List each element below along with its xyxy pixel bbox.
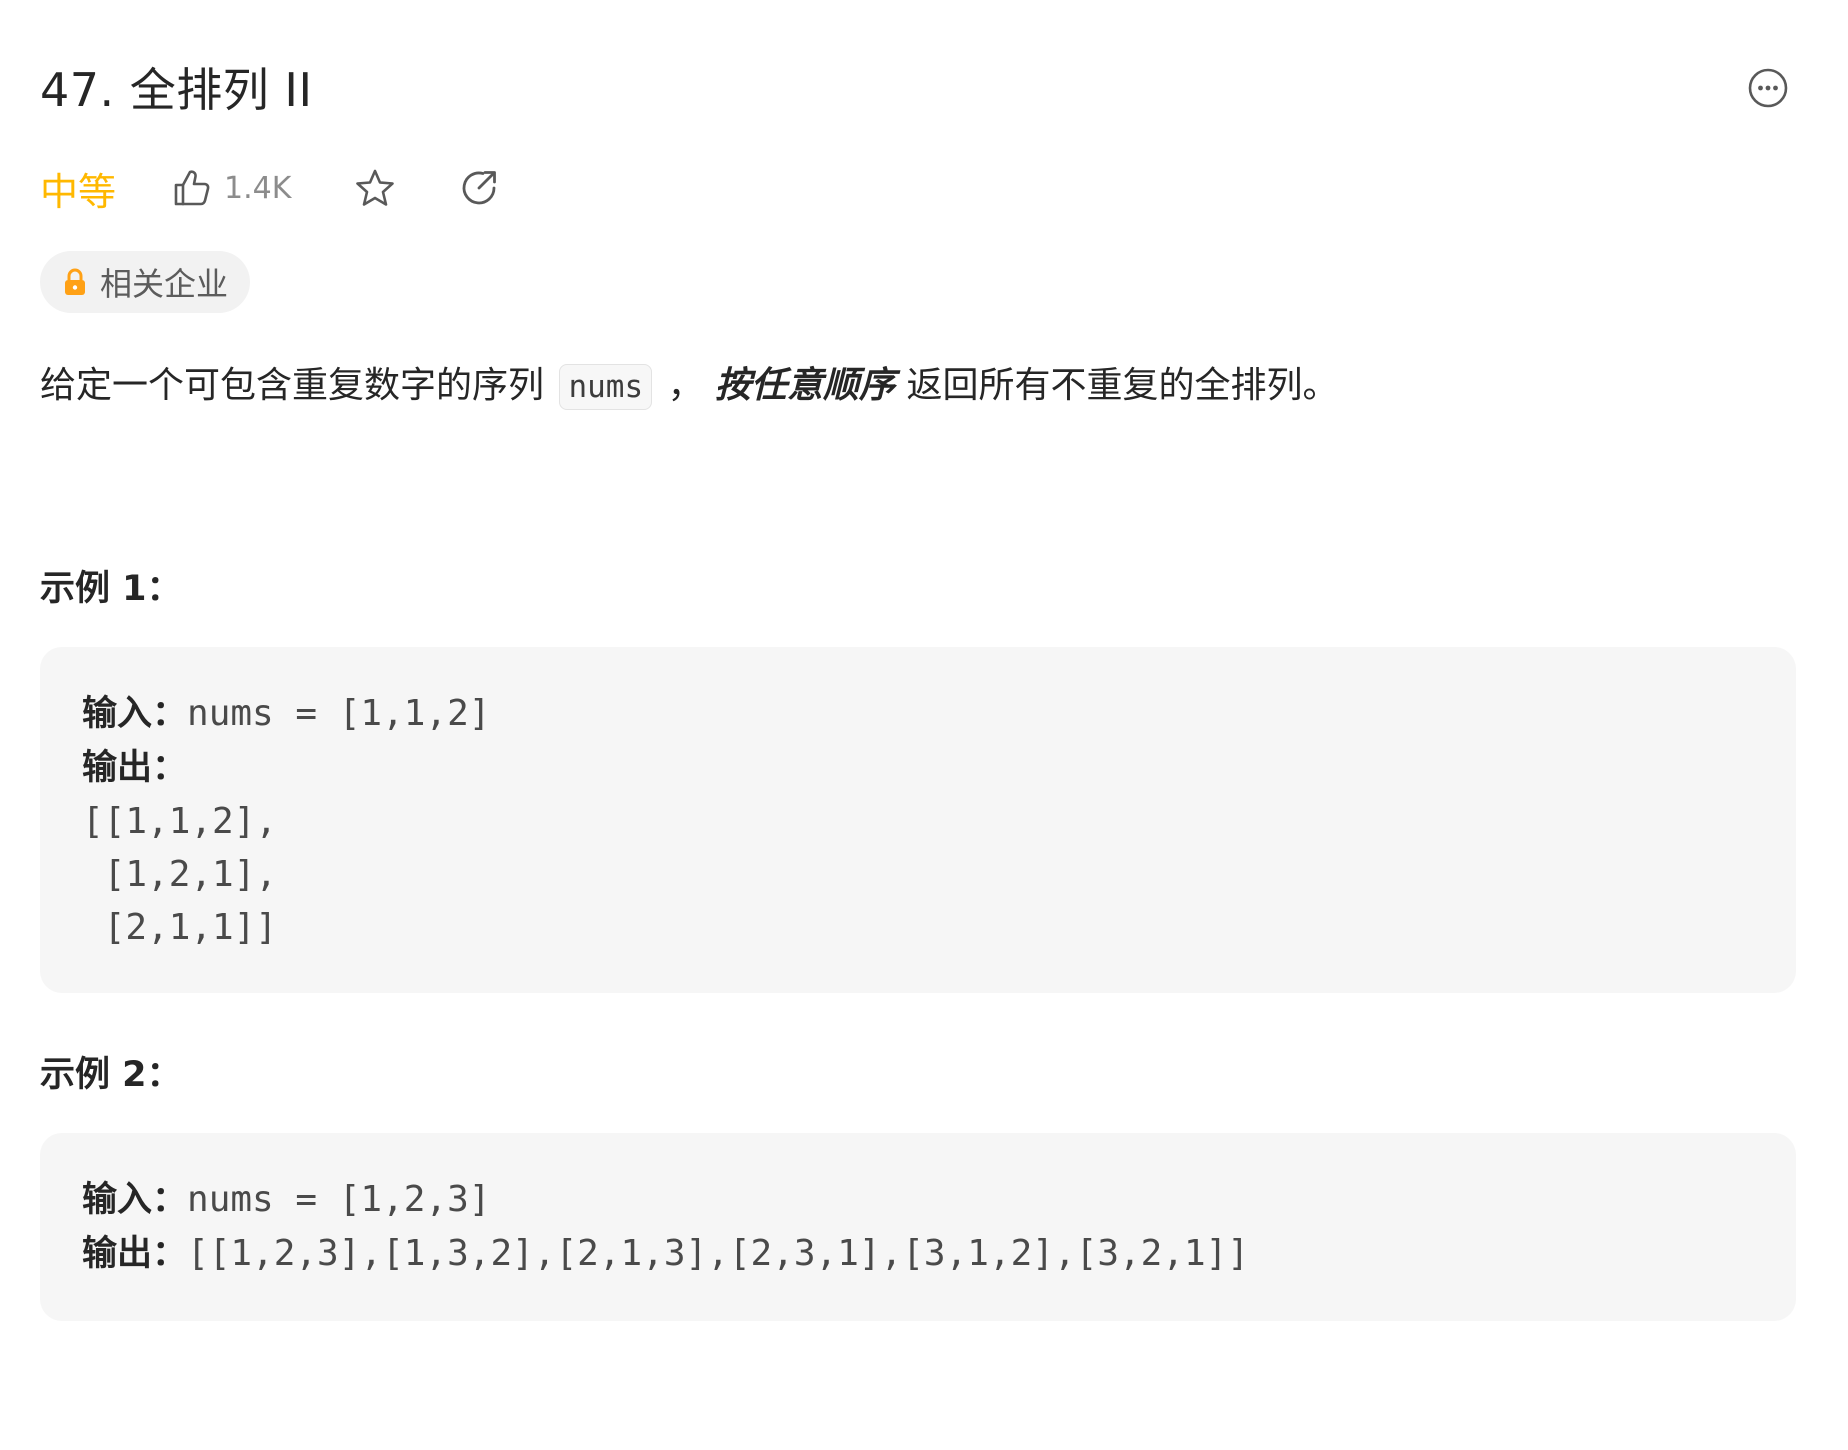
output-label: 输出： xyxy=(82,1234,188,1274)
star-icon xyxy=(356,169,395,206)
output-line: [2,1,1]] xyxy=(82,907,278,948)
input-label: 输入： xyxy=(82,694,188,734)
example-2-block: 输入：nums = [1,2,3] 输出：[[1,2,3],[1,3,2],[2… xyxy=(40,1133,1796,1321)
output-value: [[1,2,3],[1,3,2],[2,1,3],[2,3,1],[3,1,2]… xyxy=(187,1233,1250,1274)
share-button[interactable] xyxy=(455,164,503,212)
input-value: nums = [1,2,3] xyxy=(187,1179,491,1220)
example-1-output: 输出： xyxy=(82,741,1754,795)
like-count: 1.4K xyxy=(224,170,292,206)
description-suffix: 返回所有不重复的全排列。 xyxy=(906,365,1339,406)
related-companies-tag[interactable]: 相关企业 xyxy=(40,251,251,313)
inline-code-nums: nums xyxy=(559,364,653,410)
thumbs-up-icon xyxy=(174,170,210,206)
example-2-heading: 示例 2： xyxy=(40,1055,182,1095)
description-comma: ， xyxy=(667,365,704,406)
example-2-output: 输出：[[1,2,3],[1,3,2],[2,1,3],[2,3,1],[3,1… xyxy=(82,1227,1754,1281)
like-button[interactable]: 1.4K xyxy=(170,166,291,210)
problem-description: 给定一个可包含重复数字的序列 nums ， 按任意顺序 返回所有不重复的全排列。 xyxy=(40,360,1339,413)
related-companies-label: 相关企业 xyxy=(100,265,229,303)
example-1-input: 输入：nums = [1,1,2] xyxy=(82,687,1754,741)
share-icon xyxy=(463,171,497,205)
meta-row: 中等 1.4K xyxy=(40,160,559,216)
difficulty-badge: 中等 xyxy=(40,169,117,214)
input-value: nums = [1,1,2] xyxy=(187,693,491,734)
description-prefix: 给定一个可包含重复数字的序列 xyxy=(40,365,545,406)
more-icon xyxy=(1748,68,1788,108)
example-1-heading: 示例 1： xyxy=(40,569,182,609)
example-1-block: 输入：nums = [1,1,2] 输出： [[1,1,2], [1,2,1],… xyxy=(40,647,1796,993)
input-label: 输入： xyxy=(82,1180,188,1220)
title-row: 47. 全排列 II xyxy=(40,58,1796,128)
output-line: [[1,1,2], xyxy=(82,801,278,842)
lock-icon xyxy=(65,268,85,295)
output-line: [1,2,1], xyxy=(82,854,278,895)
problem-title: 47. 全排列 II xyxy=(40,63,313,117)
example-2-input: 输入：nums = [1,2,3] xyxy=(82,1173,1754,1227)
more-options-button[interactable] xyxy=(1746,66,1790,110)
description-emphasis: 按任意顺序 xyxy=(715,365,896,406)
favorite-button[interactable] xyxy=(351,164,399,212)
output-label: 输出： xyxy=(82,748,188,788)
